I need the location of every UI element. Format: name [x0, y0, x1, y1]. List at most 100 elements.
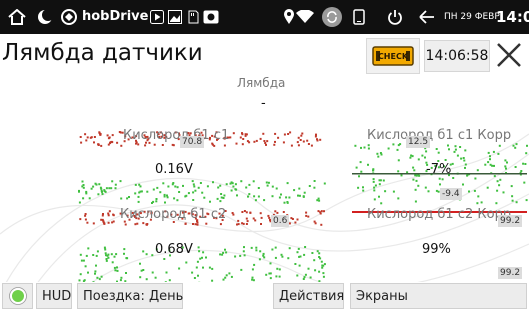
history-dot: [468, 190, 470, 193]
history-dot: [280, 193, 282, 196]
history-dot: [454, 148, 457, 151]
history-dot: [192, 199, 195, 201]
history-dot: [498, 144, 501, 147]
history-dot: [225, 251, 228, 254]
history-dot: [526, 144, 528, 147]
history-dot: [243, 254, 246, 257]
history-dot: [360, 170, 363, 173]
history-dot: [184, 222, 187, 225]
history-dot: [278, 196, 281, 199]
history-dot: [438, 177, 441, 180]
history-dot: [99, 133, 102, 135]
history-dot: [245, 217, 248, 220]
history-dot: [171, 183, 174, 186]
history-dot: [319, 138, 322, 141]
history-dot: [174, 185, 177, 188]
history-dot: [480, 201, 483, 204]
history-dot: [86, 136, 89, 139]
history-dot: [474, 177, 477, 180]
history-dot: [104, 248, 107, 251]
history-dot: [213, 144, 216, 147]
history-dot: [378, 183, 381, 186]
history-dot: [424, 186, 427, 189]
history-dot: [151, 202, 153, 204]
history-dot: [152, 188, 155, 191]
back-arrow-icon[interactable]: [418, 8, 436, 26]
history-dot: [260, 223, 262, 225]
history-dot: [146, 190, 149, 193]
history-dot: [168, 279, 171, 282]
history-dot: [249, 211, 252, 214]
history-dot: [303, 276, 306, 279]
hud-button[interactable]: HUD: [36, 283, 72, 309]
history-dot: [273, 143, 276, 146]
history-dot: [240, 180, 243, 183]
history-dot: [114, 183, 117, 186]
history-dot: [247, 195, 249, 198]
history-dot: [306, 139, 309, 142]
clock-display: 14:06:58: [424, 40, 490, 72]
check-engine-button[interactable]: CHECK: [366, 38, 420, 74]
actions-button[interactable]: Действия: [273, 283, 344, 309]
history-dot: [105, 259, 108, 262]
history-dot: [473, 189, 476, 192]
history-dot: [120, 276, 123, 279]
history-dot: [79, 218, 82, 221]
history-dot: [522, 162, 525, 165]
history-dot: [520, 170, 523, 172]
history-dot: [194, 223, 197, 226]
history-dot: [246, 220, 249, 223]
history-dot: [262, 132, 265, 135]
history-dot: [242, 138, 245, 140]
history-dot: [286, 201, 289, 203]
history-dot: [100, 187, 103, 190]
history-dot: [266, 140, 269, 143]
history-dot: [492, 150, 495, 153]
power-icon[interactable]: [386, 8, 404, 26]
history-dot: [223, 194, 226, 197]
history-dot: [476, 202, 479, 205]
history-dot: [222, 278, 225, 281]
history-dot: [245, 211, 248, 214]
history-dot: [307, 267, 310, 270]
history-dot: [194, 189, 197, 192]
history-dot: [392, 190, 395, 193]
home-icon[interactable]: [8, 8, 26, 26]
history-dot: [222, 197, 225, 199]
status-indicator-button[interactable]: [2, 283, 33, 309]
history-dot: [323, 210, 325, 213]
history-dot: [372, 180, 375, 183]
history-dot: [145, 223, 148, 226]
history-dot: [274, 256, 277, 259]
history-dot: [178, 191, 181, 193]
history-dot: [463, 159, 466, 162]
history-dot: [354, 144, 357, 147]
history-dot: [382, 179, 385, 182]
history-dot: [245, 186, 248, 189]
history-dot: [373, 189, 376, 192]
history-dot: [93, 136, 96, 138]
history-dot: [297, 194, 299, 197]
history-dot: [304, 273, 307, 276]
close-button[interactable]: [492, 37, 526, 73]
history-dot: [314, 269, 317, 272]
history-dot: [417, 184, 420, 187]
history-dot: [321, 266, 324, 269]
history-dot: [271, 248, 274, 251]
history-dot: [208, 266, 211, 269]
screens-button[interactable]: Экраны: [350, 283, 527, 309]
history-dot: [124, 223, 127, 226]
lambda-value: -: [261, 96, 266, 111]
history-dot: [414, 200, 417, 203]
history-dot: [191, 271, 194, 274]
history-dot: [439, 183, 441, 186]
trip-selector-button[interactable]: Поездка: День: [77, 283, 183, 309]
history-dot: [301, 132, 304, 135]
history-dot: [228, 272, 231, 275]
history-dot: [144, 144, 147, 147]
history-dot: [299, 139, 302, 141]
history-dot: [198, 250, 201, 253]
photo-icon: [202, 8, 220, 26]
history-dot: [155, 200, 158, 203]
history-dot: [304, 246, 307, 248]
